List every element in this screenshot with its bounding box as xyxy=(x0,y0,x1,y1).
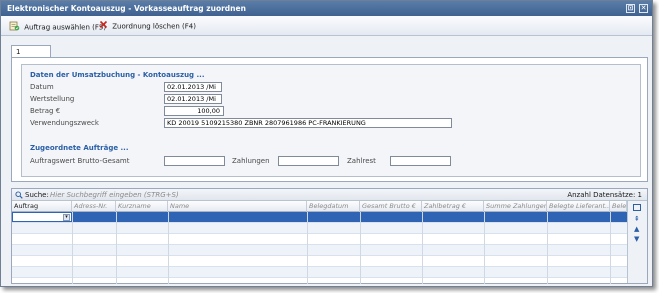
col-auftrag[interactable]: Auftrag xyxy=(12,201,72,212)
search-label: Suche: xyxy=(25,191,49,199)
grid-header: Auftrag Adress-Nr. Kurzname Name Belegda… xyxy=(12,201,627,212)
col-bele[interactable]: Bele xyxy=(610,201,627,212)
column-divider xyxy=(360,212,361,284)
select-order-icon xyxy=(9,20,20,36)
col-belegte-lieferant[interactable]: Belegte Lieferant... xyxy=(547,201,610,212)
grid-body: ▾ xyxy=(12,212,627,284)
table-row xyxy=(12,223,627,234)
betrag-field[interactable]: 100,00 xyxy=(164,106,224,116)
col-zahlbetrag[interactable]: Zahlbetrag € xyxy=(422,201,484,212)
verwendungszweck-value: KD 20019 5109215380 ZBNR 2807961986 PC-F… xyxy=(167,119,366,127)
wertstellung-value: 02.01.2013 /Mi xyxy=(167,95,216,103)
move-down-icon[interactable]: ▼ xyxy=(634,235,639,243)
column-divider xyxy=(116,212,117,284)
delete-assignment-button[interactable]: Zuordnung löschen (F4) xyxy=(99,20,196,33)
column-divider xyxy=(610,212,611,284)
col-adress-nr[interactable]: Adress-Nr. xyxy=(72,201,116,212)
column-divider xyxy=(307,212,308,284)
auftraege-section-title: Zugeordnete Aufträge ... xyxy=(30,144,129,152)
search-input[interactable]: Hier Suchbegriff eingeben (STRG+S) xyxy=(50,189,179,201)
record-count: Anzahl Datensätze: 1 xyxy=(567,189,642,201)
delete-x-icon xyxy=(99,20,108,34)
table-row xyxy=(12,278,627,284)
move-up-icon[interactable]: ▲ xyxy=(634,225,639,233)
col-summe-zahlungen[interactable]: Summe Zahlungen xyxy=(484,201,547,212)
datum-value: 02.01.2013 /Mi xyxy=(167,83,216,91)
window-title: Elektronischer Kontoauszug - Vorkasseauf… xyxy=(7,4,246,13)
delete-assignment-label: Zuordnung löschen (F4) xyxy=(112,22,196,31)
col-name[interactable]: Name xyxy=(168,201,307,212)
datum-label: Datum xyxy=(30,83,54,91)
col-gesamt-brutto[interactable]: Gesamt Brutto € xyxy=(360,201,422,212)
col-belegdatum[interactable]: Belegdatum xyxy=(307,201,360,212)
zahlungen-field[interactable] xyxy=(278,156,339,166)
auftrag-cell-editor[interactable]: ▾ xyxy=(12,212,72,222)
column-divider xyxy=(422,212,423,284)
umsatz-section-title: Daten der Umsatzbuchung - Kontoauszug ..… xyxy=(30,71,205,79)
zahlungen-label: Zahlungen xyxy=(232,157,270,165)
search-bar: Suche: Hier Suchbegriff eingeben (STRG+S… xyxy=(12,189,647,201)
datum-field[interactable]: 02.01.2013 /Mi xyxy=(164,82,222,92)
move-top-icon[interactable]: ⇞ xyxy=(634,215,640,223)
column-divider xyxy=(168,212,169,284)
col-kurzname[interactable]: Kurzname xyxy=(116,201,168,212)
auftragswert-field[interactable] xyxy=(164,156,225,166)
verwendungszweck-label: Verwendungszweck xyxy=(30,119,99,127)
close-button[interactable]: ✕ xyxy=(639,4,648,13)
auftragswert-label: Auftragswert Brutto-Gesamt xyxy=(30,157,130,165)
zahlrest-label: Zahlrest xyxy=(347,157,376,165)
wertstellung-label: Wertstellung xyxy=(30,95,75,103)
betrag-label: Betrag € xyxy=(30,107,61,115)
record-count-value: 1 xyxy=(637,191,642,199)
zahlrest-field[interactable] xyxy=(390,156,451,166)
betrag-value: 100,00 xyxy=(197,107,220,115)
table-row xyxy=(12,234,627,245)
wertstellung-field[interactable]: 02.01.2013 /Mi xyxy=(164,94,222,104)
table-row-selected[interactable]: ▾ xyxy=(12,212,627,223)
verwendungszweck-field[interactable]: KD 20019 5109215380 ZBNR 2807961986 PC-F… xyxy=(164,118,452,128)
table-row xyxy=(12,245,627,256)
select-order-button[interactable]: Auftrag auswählen (F5) xyxy=(9,20,106,33)
column-divider xyxy=(72,212,73,284)
select-order-label: Auftrag auswählen (F5) xyxy=(24,23,107,32)
orders-grid: Suche: Hier Suchbegriff eingeben (STRG+S… xyxy=(11,188,648,284)
toolbar: Auftrag auswählen (F5) Zuordnung löschen… xyxy=(1,16,652,36)
tab-panel-allgemein: Daten der Umsatzbuchung - Kontoauszug ..… xyxy=(11,57,648,182)
column-chooser-icon[interactable] xyxy=(633,204,641,211)
grid-side-toolbar: ⇞ ▲ ▼ xyxy=(627,201,647,283)
record-count-label: Anzahl Datensätze: xyxy=(567,191,636,199)
form-group: Daten der Umsatzbuchung - Kontoauszug ..… xyxy=(21,64,641,177)
table-row xyxy=(12,256,627,267)
restore-button[interactable]: ⊡ xyxy=(626,4,635,13)
title-bar[interactable]: Elektronischer Kontoauszug - Vorkasseauf… xyxy=(1,1,652,16)
dropdown-arrow-icon[interactable]: ▾ xyxy=(63,214,70,221)
column-divider xyxy=(547,212,548,284)
column-divider xyxy=(484,212,485,284)
table-row xyxy=(12,267,627,278)
dialog-window: Elektronischer Kontoauszug - Vorkasseauf… xyxy=(0,0,653,287)
